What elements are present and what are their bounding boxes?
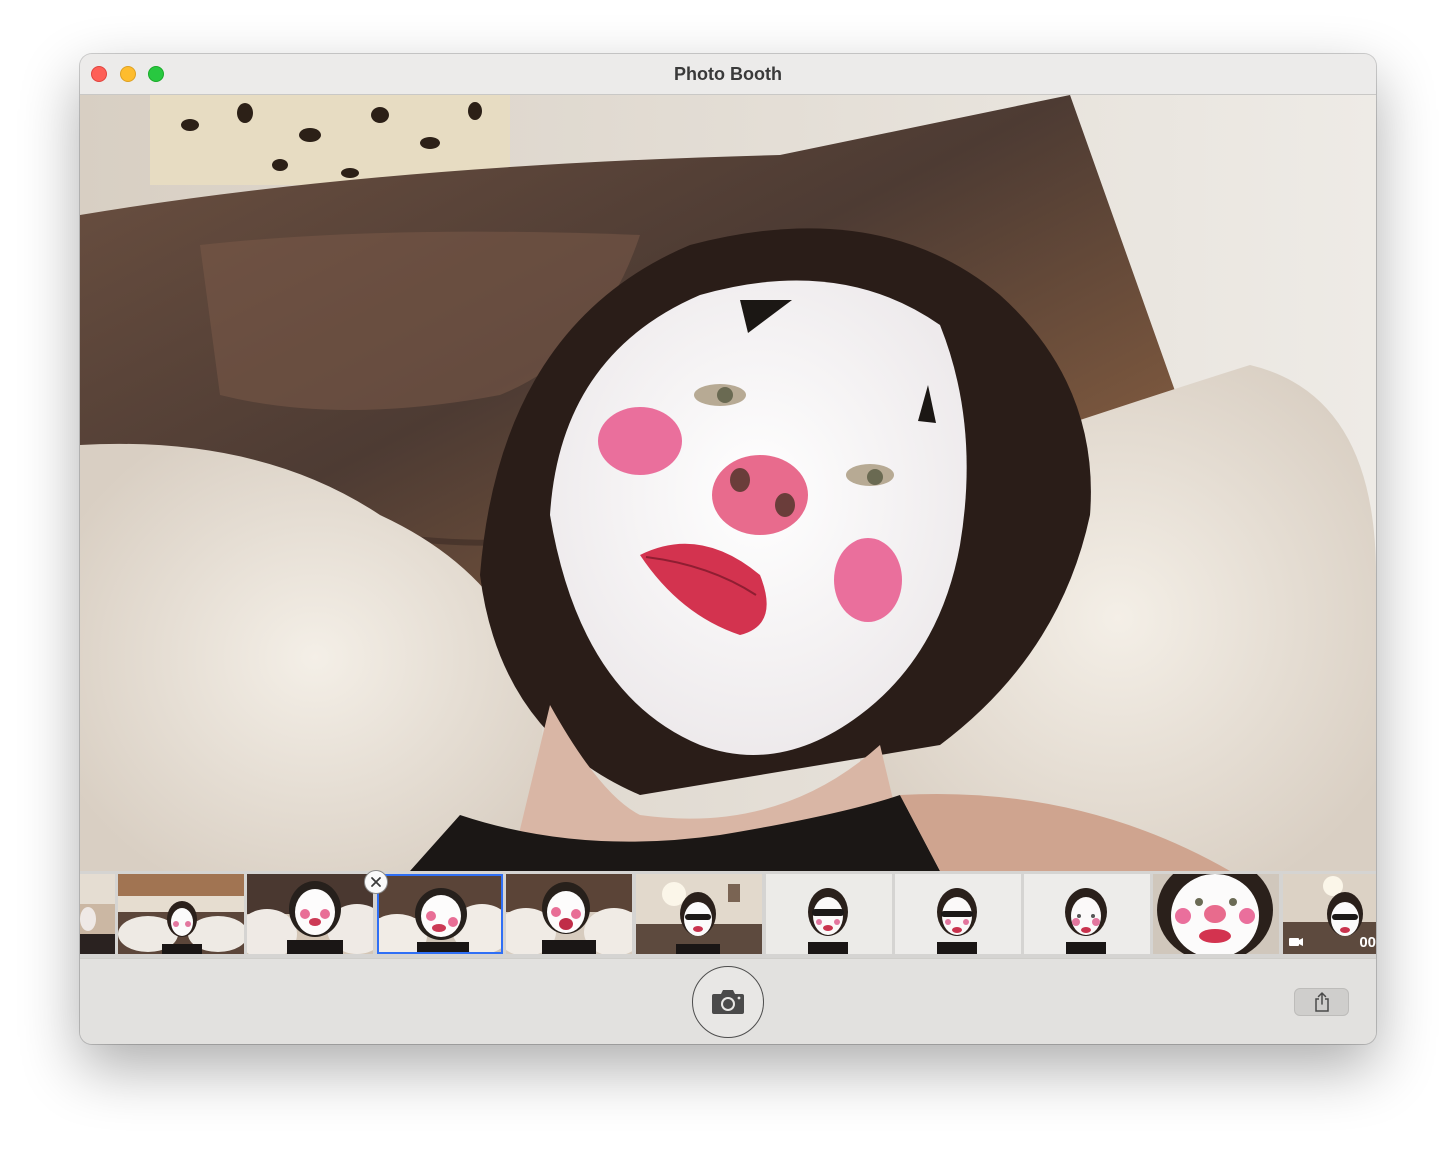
thumbnail[interactable] bbox=[1153, 874, 1279, 954]
title-bar: Photo Booth bbox=[80, 54, 1376, 95]
camera-icon bbox=[712, 990, 744, 1014]
thumbnail[interactable] bbox=[80, 874, 115, 954]
thumbnail-selected[interactable] bbox=[377, 874, 503, 954]
main-photo bbox=[80, 95, 1376, 871]
share-button[interactable] bbox=[1294, 988, 1349, 1016]
share-icon bbox=[1314, 991, 1329, 1012]
video-thumbnail[interactable]: 00 bbox=[1283, 874, 1376, 954]
delete-photo-button[interactable] bbox=[364, 870, 388, 894]
thumbnail[interactable] bbox=[766, 874, 892, 954]
thumbnail[interactable] bbox=[895, 874, 1021, 954]
window-title: Photo Booth bbox=[674, 64, 782, 84]
close-icon bbox=[371, 877, 381, 887]
video-camera-icon bbox=[1289, 938, 1299, 946]
photo-viewer bbox=[80, 95, 1376, 871]
thumbnail[interactable] bbox=[636, 874, 762, 954]
photo-booth-window: Photo Booth 00 bbox=[80, 54, 1376, 1044]
thumbnail[interactable] bbox=[506, 874, 632, 954]
thumbnail[interactable] bbox=[118, 874, 244, 954]
photo-filmstrip: 00 bbox=[80, 871, 1376, 958]
take-photo-button[interactable] bbox=[692, 966, 764, 1038]
thumbnail[interactable] bbox=[1024, 874, 1150, 954]
video-duration: 00 bbox=[1359, 934, 1376, 951]
thumbnail[interactable] bbox=[247, 874, 373, 954]
